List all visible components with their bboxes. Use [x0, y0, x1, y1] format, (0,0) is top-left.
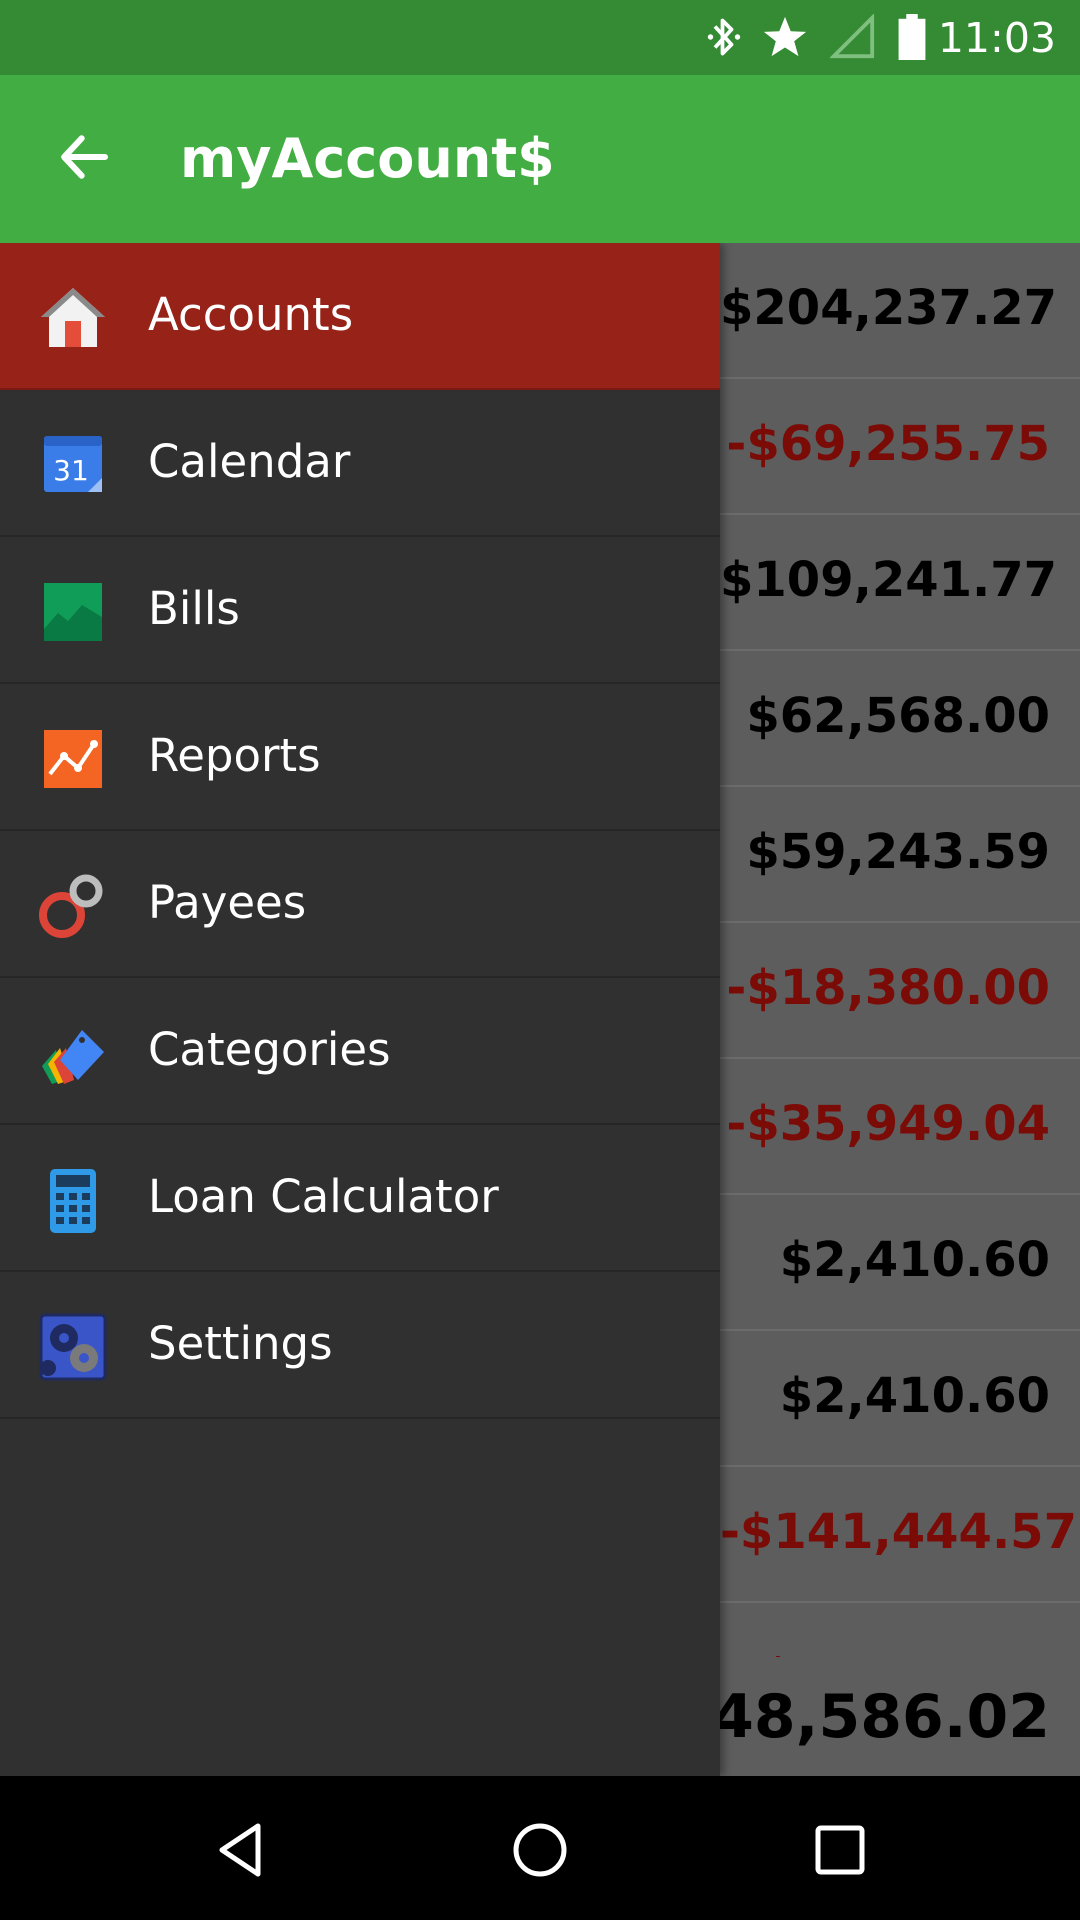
drawer-item-label: Bills	[148, 582, 240, 635]
account-balance-row[interactable]: $62,568.00	[720, 651, 1080, 787]
system-nav-bar	[0, 1776, 1080, 1920]
account-balance-row[interactable]: $109,241.77	[720, 515, 1080, 651]
status-bar: 11:03	[0, 0, 1080, 75]
drawer-item-label: Payees	[148, 876, 307, 929]
home-circle-icon[interactable]	[510, 1820, 570, 1880]
drawer-item-categories[interactable]: Categories	[0, 978, 720, 1125]
status-time: 11:03	[937, 14, 1056, 62]
battery-icon	[898, 14, 926, 60]
star-icon	[763, 16, 807, 57]
drawer-item-calendar[interactable]: 31 Calendar	[0, 390, 720, 537]
drawer-item-label: Settings	[148, 1317, 333, 1370]
account-balance-row[interactable]: -$69,255.75	[720, 379, 1080, 515]
drawer-item-label: Reports	[148, 729, 321, 782]
drawer-item-label: Accounts	[148, 288, 354, 341]
payees-icon	[39, 874, 103, 938]
drawer-item-payees[interactable]: Payees	[0, 831, 720, 978]
drawer-item-bills[interactable]: Bills	[0, 537, 720, 684]
account-balance-row[interactable]: $2,410.60	[720, 1195, 1080, 1331]
account-balance-row[interactable]: -$35,949.04	[720, 1059, 1080, 1195]
drawer-item-loan-calculator[interactable]: Loan Calculator	[0, 1125, 720, 1272]
navigation-drawer: Accounts 31 Calendar Bills Reports Payee…	[0, 243, 720, 1776]
calculator-icon	[50, 1169, 96, 1233]
account-balance-row[interactable]: $2,410.60	[720, 1331, 1080, 1467]
recents-square-icon[interactable]	[810, 1820, 870, 1880]
account-balance-row[interactable]: $204,237.27	[720, 243, 1080, 379]
total-bar: $48,586.02	[670, 1657, 1080, 1776]
bills-icon	[44, 583, 102, 641]
drawer-item-reports[interactable]: Reports	[0, 684, 720, 831]
drawer-item-label: Categories	[148, 1023, 391, 1076]
drawer-item-label: Calendar	[148, 435, 351, 488]
drawer-item-accounts[interactable]: Accounts	[0, 243, 720, 390]
drawer-item-settings[interactable]: Settings	[0, 1272, 720, 1419]
settings-icon	[39, 1313, 107, 1381]
bluetooth-icon	[707, 18, 741, 56]
back-triangle-icon[interactable]	[210, 1820, 270, 1880]
account-balance-row[interactable]: -$18,380.00	[720, 923, 1080, 1059]
reports-icon	[44, 730, 102, 788]
categories-icon	[42, 1030, 104, 1084]
home-icon	[41, 288, 105, 347]
app-bar: myAccount$	[0, 75, 1080, 243]
drawer-item-label: Loan Calculator	[148, 1170, 499, 1223]
total-balance: $48,586.02	[670, 1682, 1050, 1752]
calendar-icon: 31	[44, 436, 102, 492]
arrow-left-icon[interactable]	[56, 129, 112, 185]
cell-signal-icon	[830, 14, 875, 59]
account-balance-row[interactable]: $59,243.59	[720, 787, 1080, 923]
accounts-content: $204,237.27 -$69,255.75 $109,241.77 $62,…	[0, 243, 1080, 1776]
account-balance-list: $204,237.27 -$69,255.75 $109,241.77 $62,…	[720, 243, 1080, 1603]
account-balance-row[interactable]: -$141,444.57	[720, 1467, 1080, 1603]
app-title: myAccount$	[180, 127, 555, 190]
svg-text:31: 31	[53, 454, 89, 487]
